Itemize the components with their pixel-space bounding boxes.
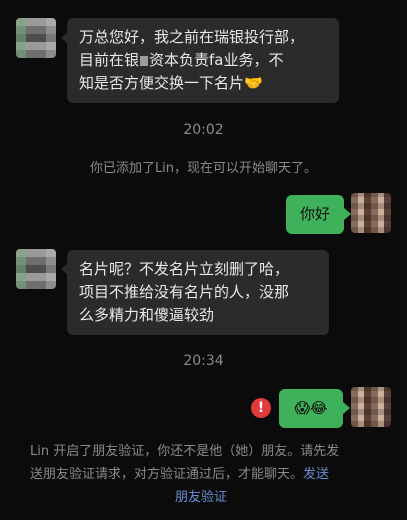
incoming-message-bubble[interactable]: 名片呢？不发名片立刻删了哈， 项目不推给没有名片的人，没那 么多精力和傻逼较劲 — [67, 250, 329, 335]
message-line: 么多精力和傻逼较劲 — [79, 306, 215, 324]
contact-avatar[interactable] — [16, 18, 56, 58]
contact-avatar[interactable] — [16, 249, 56, 289]
notice-line: 送朋友验证请求，对方验证通过后，才能聊天。发送 — [30, 467, 330, 482]
message-line: 名片呢？不发名片立刻删了哈， — [79, 260, 290, 278]
bubble-tail — [344, 208, 351, 220]
system-message: 你已添加了Lin，现在可以开始聊天了。 — [89, 161, 318, 176]
send-verification-link[interactable]: 发送 — [303, 467, 329, 482]
message-line: 目前在银 资本负责fa业务，不 — [79, 51, 284, 69]
outgoing-message-bubble[interactable]: 你好 — [286, 195, 344, 234]
message-line: 项目不推给没有名片的人，没那 — [79, 283, 290, 301]
timestamp: 20:34 — [183, 353, 224, 369]
friend-verification-notice: Lin 开启了朋友验证，你还不是他（她）朋友。请先发 送朋友验证请求，对方验证通… — [30, 440, 380, 509]
notice-line: Lin 开启了朋友验证，你还不是他（她）朋友。请先发 — [30, 444, 340, 459]
incoming-message-bubble[interactable]: 万总您好，我之前在瑞银投行部， 目前在银 资本负责fa业务，不 知是否方便交换一下… — [67, 18, 339, 103]
send-verification-link[interactable]: 朋友验证 — [30, 486, 380, 509]
my-avatar[interactable] — [351, 193, 391, 233]
message-line: 万总您好，我之前在瑞银投行部， — [79, 28, 305, 46]
timestamp: 20:02 — [183, 122, 224, 138]
redacted-mark — [140, 55, 149, 66]
bubble-tail — [343, 402, 350, 414]
my-avatar[interactable] — [351, 387, 391, 427]
message-line: 知是否方便交换一下名片🤝 — [79, 74, 263, 92]
outgoing-message-bubble[interactable]: 😱😂 — [279, 389, 343, 428]
send-failed-icon[interactable]: ! — [251, 398, 271, 418]
